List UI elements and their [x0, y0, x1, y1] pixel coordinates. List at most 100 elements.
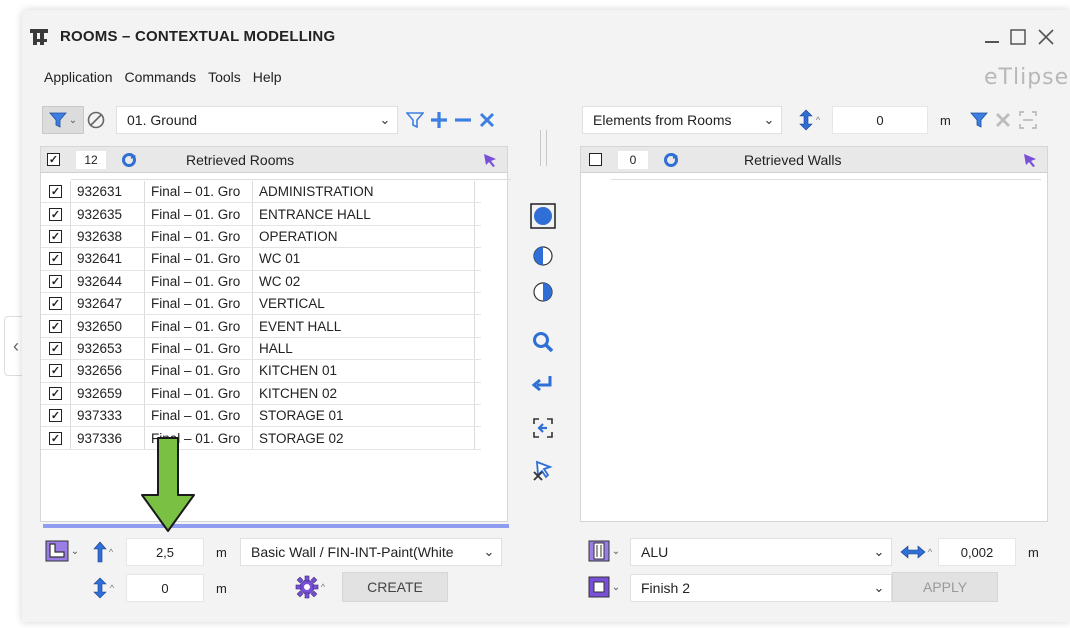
source-select-value: Elements from Rooms [593, 112, 732, 128]
row-checkbox[interactable]: ✓ [49, 229, 62, 243]
material-dropdown-button[interactable]: ⌄ [584, 538, 624, 564]
row-checkbox[interactable]: ✓ [49, 341, 62, 355]
close-icon[interactable] [1034, 26, 1058, 48]
material-select[interactable]: ALU ⌄ [630, 538, 892, 566]
room-id-cell: 932631 [71, 181, 145, 203]
vertical-offset-icon[interactable]: ^ [794, 106, 824, 134]
table-row[interactable]: ✓ 932653 Final – 01. Gro HALL [41, 337, 481, 361]
remove-icon[interactable] [452, 108, 474, 132]
offset-arrow-icon[interactable]: ^ [88, 574, 118, 602]
maximize-icon[interactable] [1008, 26, 1028, 48]
room-name-cell: ENTRANCE HALL [253, 203, 475, 225]
table-row[interactable]: ✓ 932650 Final – 01. Gro EVENT HALL [41, 315, 481, 338]
level-select[interactable]: 01. Ground ⌄ [116, 106, 398, 134]
room-id-cell: 932653 [71, 337, 145, 360]
menu-tools[interactable]: Tools [208, 69, 241, 85]
row-checkbox-cell: ✓ [41, 337, 71, 360]
right-offset-unit: m [940, 113, 951, 128]
row-checkbox-cell: ✓ [41, 248, 71, 270]
menu-help[interactable]: Help [253, 69, 282, 85]
column-separators [611, 173, 1041, 180]
refresh-icon[interactable] [662, 151, 680, 169]
half-left-circle-icon[interactable] [529, 242, 557, 270]
table-row[interactable]: ✓ 937336 Final – 01. Gro STORAGE 02 [41, 427, 481, 450]
right-offset-input[interactable]: 0 [832, 106, 928, 134]
height-arrow-icon[interactable]: ^ [88, 538, 118, 566]
fit-view-icon[interactable] [529, 414, 557, 442]
filter-icon[interactable] [968, 108, 990, 132]
table-row[interactable]: ✓ 932635 Final – 01. Gro ENTRANCE HALL [41, 203, 481, 226]
table-row[interactable]: ✓ 932659 Final – 01. Gro KITCHEN 02 [41, 382, 481, 405]
menu-application[interactable]: Application [44, 69, 113, 85]
finish-select[interactable]: Finish 2 ⌄ [630, 574, 892, 602]
row-checkbox[interactable]: ✓ [49, 319, 62, 333]
room-id-cell: 932650 [71, 315, 145, 337]
annotation-down-arrow [140, 437, 196, 533]
table-row[interactable]: ✓ 932647 Final – 01. Gro VERTICAL [41, 293, 481, 316]
room-name-cell: EVENT HALL [253, 315, 475, 337]
thickness-arrow-icon[interactable]: ^ [898, 538, 934, 566]
room-level-cell: Final – 01. Gro [145, 248, 253, 270]
row-checkbox[interactable]: ✓ [49, 431, 62, 445]
walls-header: 0 Retrieved Walls [581, 147, 1047, 173]
finish-dropdown-button[interactable]: ⌄ [584, 574, 624, 600]
filter-icon [48, 112, 67, 128]
row-checkbox[interactable]: ✓ [49, 274, 62, 288]
table-row[interactable]: ✓ 932656 Final – 01. Gro KITCHEN 01 [41, 360, 481, 383]
deselect-cursor-icon[interactable] [529, 456, 557, 484]
add-icon[interactable] [428, 108, 450, 132]
chevron-down-icon: ⌄ [379, 112, 391, 127]
row-checkbox-cell: ✓ [41, 427, 71, 449]
room-id-cell: 932638 [71, 225, 145, 248]
table-row[interactable]: ✓ 932641 Final – 01. Gro WC 01 [41, 248, 481, 271]
rooms-list: ✓ 932631 Final – 01. Gro ADMINISTRATION ✓ 932… [41, 181, 481, 481]
wall-height-input[interactable]: 2,5 [126, 538, 204, 566]
refresh-icon[interactable] [120, 151, 138, 169]
table-row[interactable]: ✓ 937333 Final – 01. Gro STORAGE 01 [41, 405, 481, 428]
row-checkbox[interactable]: ✓ [49, 207, 62, 221]
table-row[interactable]: ✓ 932631 Final – 01. Gro ADMINISTRATION [41, 181, 481, 204]
room-name-cell: WC 01 [253, 248, 475, 270]
select-cursor-icon[interactable] [1021, 151, 1039, 169]
room-level-cell: Final – 01. Gro [145, 405, 253, 427]
select-all-circle-icon[interactable] [529, 202, 557, 230]
row-checkbox[interactable]: ✓ [49, 297, 62, 311]
clear-icon[interactable] [476, 108, 498, 132]
zoom-icon[interactable] [529, 328, 557, 356]
select-all-checkbox[interactable]: ✓ [47, 153, 60, 166]
row-checkbox[interactable]: ✓ [49, 252, 62, 266]
brand-logo: eTlipse [984, 65, 1070, 90]
select-cursor-icon[interactable] [481, 151, 499, 169]
filter-outline-icon[interactable] [404, 108, 426, 132]
table-row[interactable]: ✓ 932644 Final – 01. Gro WC 02 [41, 270, 481, 293]
panel-divider[interactable] [540, 130, 547, 166]
source-select[interactable]: Elements from Rooms ⌄ [582, 106, 782, 134]
filter-dropdown-button[interactable]: ⌄ [42, 106, 84, 134]
table-row[interactable]: ✓ 932638 Final – 01. Gro OPERATION [41, 225, 481, 249]
thickness-input[interactable]: 0,002 [938, 538, 1016, 566]
menu-commands[interactable]: Commands [125, 69, 197, 85]
settings-gear-icon[interactable]: ^ [290, 572, 330, 602]
minimize-icon[interactable] [982, 26, 1002, 48]
room-level-cell: Final – 01. Gro [145, 270, 253, 292]
apply-button[interactable]: APPLY [892, 572, 998, 602]
base-offset-unit: m [216, 581, 227, 596]
wall-shape-dropdown-button[interactable]: ⌄ [42, 538, 82, 564]
room-id-cell: 932647 [71, 293, 145, 315]
return-icon[interactable] [529, 370, 557, 398]
wall-type-select[interactable]: Basic Wall / FIN-INT-Paint(White ⌄ [240, 538, 502, 566]
row-checkbox[interactable]: ✓ [49, 185, 62, 199]
select-all-walls-checkbox[interactable] [589, 153, 602, 166]
row-checkbox[interactable]: ✓ [49, 386, 62, 400]
room-name-cell: KITCHEN 02 [253, 382, 475, 404]
row-checkbox[interactable]: ✓ [49, 364, 62, 378]
chevron-left-icon: ‹ [13, 335, 19, 356]
row-checkbox[interactable]: ✓ [49, 409, 62, 423]
row-checkbox-cell: ✓ [41, 360, 71, 382]
room-name-cell: WC 02 [253, 270, 475, 292]
half-right-circle-icon[interactable] [529, 278, 557, 306]
create-button[interactable]: CREATE [342, 572, 448, 602]
room-name-cell: VERTICAL [253, 293, 475, 315]
no-filter-icon[interactable] [84, 108, 108, 132]
base-offset-input[interactable]: 0 [126, 574, 204, 602]
